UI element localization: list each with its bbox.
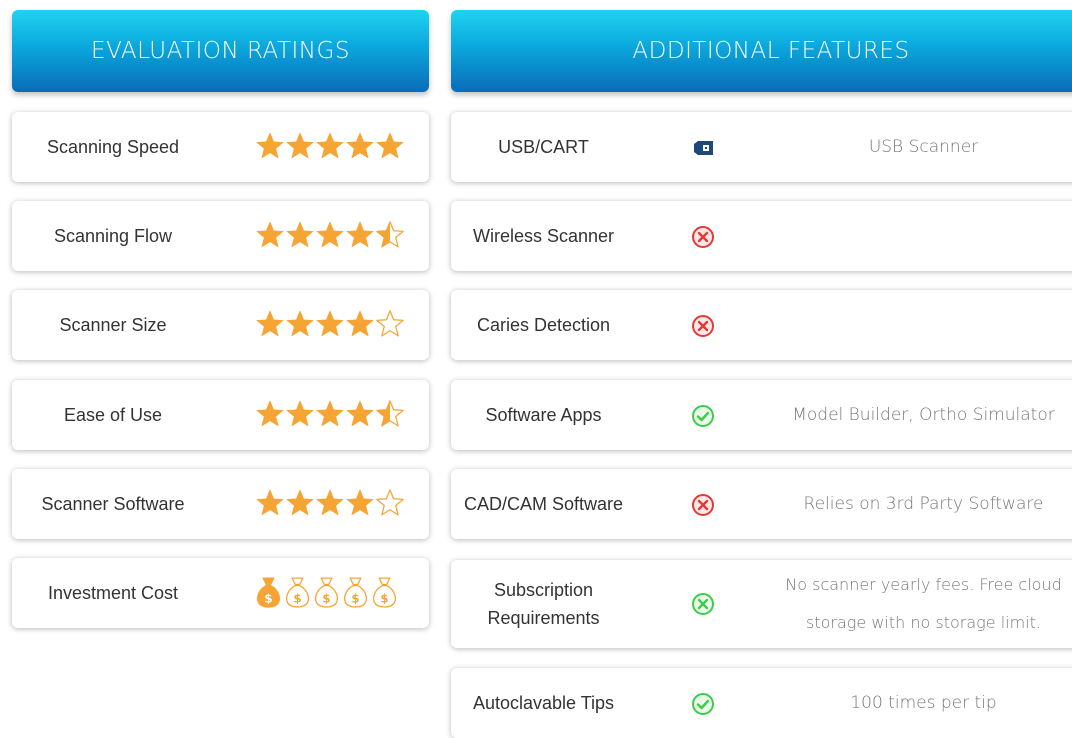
rating-stars [255,394,405,434]
rating-stars [255,126,405,166]
money-bag-empty-icon: $ [314,577,339,608]
cross-circle-icon [691,493,715,517]
star-full-icon [316,132,344,159]
star-full-icon [256,310,284,337]
rating-label: Scanning Flow [53,225,173,246]
svg-text:$: $ [264,592,272,606]
rating-stars [255,304,405,344]
feature-label: Subscription Requirements [487,580,600,628]
rating-card-scanner-software: Scanner Software [12,469,429,539]
star-full-icon [316,489,344,516]
star-half-icon [376,400,404,427]
star-full-icon [316,310,344,337]
rating-label: Scanning Speed [46,136,180,157]
feature-value [761,290,1072,360]
feature-label: Autoclavable Tips [472,693,615,713]
rating-card-scanning-speed: Scanning Speed [12,112,429,182]
star-full-icon [316,400,344,427]
star-full-icon [346,489,374,516]
cross-circle-green-icon [691,592,715,616]
star-full-icon [256,132,284,159]
rating-card-scanning-flow: Scanning Flow [12,201,429,271]
feature-card-subscription-requirements: Subscription Requirements No scanner yea… [451,560,1072,648]
usb-icon [691,136,715,160]
rating-card-investment-cost: Investment Cost $ $ $ $ $ [12,558,429,628]
feature-label: Wireless Scanner [472,226,615,246]
star-full-icon [256,221,284,248]
feature-card-wireless-scanner: Wireless Scanner [451,201,1072,271]
money-bag-filled-icon: $ [256,577,281,608]
star-full-icon [346,221,374,248]
star-half-icon [376,221,404,248]
additional-features-title: ADDITIONAL FEATURES [632,38,910,64]
rating-stars [255,483,405,523]
star-full-icon [286,400,314,427]
money-bag-empty-icon: $ [372,577,397,608]
rating-money-bags: $ $ $ $ $ [255,572,400,612]
cross-circle-icon [691,314,715,338]
check-circle-icon [691,692,715,716]
money-bag-empty-icon: $ [285,577,310,608]
feature-value: USB Scanner [868,137,979,157]
check-circle-icon [691,404,715,428]
svg-text:$: $ [351,592,359,606]
star-full-icon [346,400,374,427]
feature-value: 100 times per tip [850,693,997,713]
feature-value: Relies on 3rd Party Software [803,494,1044,514]
feature-value: Model Builder, Ortho Simulator [792,405,1055,425]
feature-card-usb-cart: USB/CART USB Scanner [451,112,1072,182]
svg-text:$: $ [380,592,388,606]
star-full-icon [376,132,404,159]
rating-label: Ease of Use [63,404,163,425]
star-full-icon [286,310,314,337]
star-empty-icon [376,310,404,337]
star-full-icon [286,489,314,516]
star-full-icon [346,132,374,159]
star-full-icon [286,132,314,159]
star-full-icon [316,221,344,248]
rating-card-ease-of-use: Ease of Use [12,380,429,450]
feature-value: No scanner yearly fees. Free cloud stora… [785,575,1062,632]
svg-text:$: $ [322,592,330,606]
money-bag-empty-icon: $ [343,577,368,608]
feature-label: Software Apps [485,405,602,425]
rating-label: Scanner Size [59,314,167,335]
feature-card-autoclavable-tips: Autoclavable Tips 100 times per tip [451,668,1072,738]
rating-label: Investment Cost [47,582,179,603]
feature-value [761,201,1072,271]
rating-label: Scanner Software [41,493,185,514]
feature-label: USB/CART [498,137,589,157]
feature-label: CAD/CAM Software [463,494,624,514]
rating-card-scanner-size: Scanner Size [12,290,429,360]
svg-text:$: $ [293,592,301,606]
feature-label: Caries Detection [476,315,611,335]
evaluation-ratings-title: EVALUATION RATINGS [91,38,350,64]
star-full-icon [346,310,374,337]
cross-circle-icon [691,225,715,249]
rating-stars [255,215,405,255]
star-full-icon [256,400,284,427]
feature-card-caries-detection: Caries Detection [451,290,1072,360]
star-full-icon [286,221,314,248]
additional-features-header: ADDITIONAL FEATURES [451,10,1072,92]
feature-card-software-apps: Software Apps Model Builder, Ortho Simul… [451,380,1072,450]
star-empty-icon [376,489,404,516]
star-full-icon [256,489,284,516]
evaluation-ratings-header: EVALUATION RATINGS [12,10,429,92]
feature-card-cad-cam-software: CAD/CAM Software Relies on 3rd Party Sof… [451,469,1072,539]
